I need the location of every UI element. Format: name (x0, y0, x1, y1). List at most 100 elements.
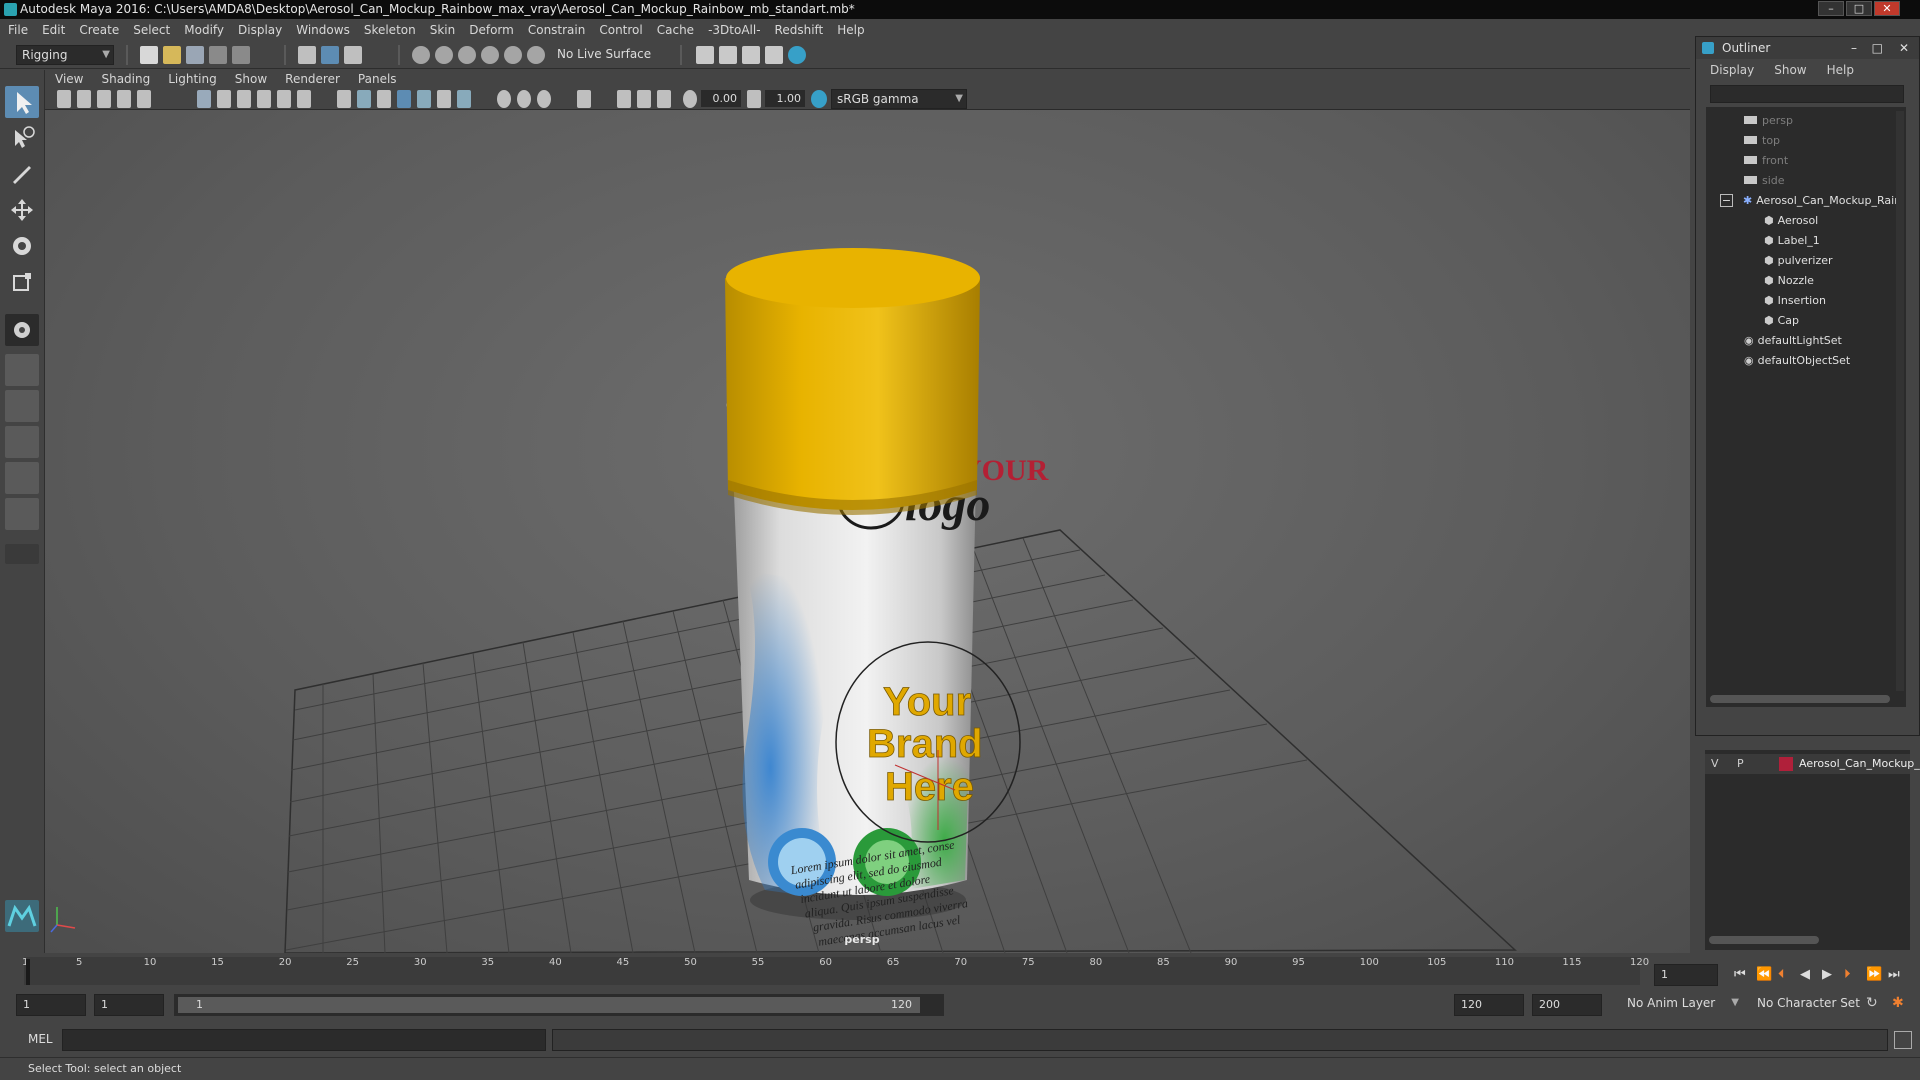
character-set-dropdown[interactable]: No Character Set (1752, 994, 1864, 1014)
outliner-maximize-button[interactable]: □ (1872, 37, 1883, 59)
outliner-item-lightset[interactable]: ◉ defaultLightSet (1744, 331, 1842, 351)
select-tool[interactable] (5, 86, 39, 118)
exposure-field[interactable]: 0.00 (701, 90, 741, 107)
outliner-vscrollbar[interactable] (1896, 111, 1904, 691)
command-language-label[interactable]: MEL (28, 1032, 53, 1046)
menu-display[interactable]: Display (238, 23, 282, 37)
ipr-render-icon[interactable] (765, 46, 783, 64)
menu-help[interactable]: Help (837, 23, 864, 37)
outliner-item-persp[interactable]: persp (1744, 111, 1793, 131)
panel-menu-renderer[interactable]: Renderer (285, 72, 340, 86)
layer-playback-toggle[interactable]: P (1737, 757, 1744, 770)
menu-control[interactable]: Control (599, 23, 642, 37)
outliner-hscrollbar[interactable] (1710, 695, 1890, 703)
bookmark-icon[interactable] (97, 90, 111, 108)
wireframe-on-shaded-icon[interactable] (377, 90, 391, 108)
playback-end-field[interactable]: 120 (1454, 994, 1524, 1016)
step-back-key-icon[interactable]: ⏪ (1756, 967, 1772, 982)
auto-key-icon[interactable]: ↻ (1866, 995, 1878, 1011)
layout-graph-icon[interactable] (5, 498, 39, 530)
outliner-item-nozzle[interactable]: ⬢ Nozzle (1764, 271, 1814, 291)
isolate-select-icon[interactable] (577, 90, 591, 108)
menu-cache[interactable]: Cache (657, 23, 694, 37)
camera-select-icon[interactable] (57, 90, 71, 108)
outliner-item-cap[interactable]: ⬢ Cap (1764, 311, 1799, 331)
xray-components-icon[interactable] (657, 90, 671, 108)
snap-grid-icon[interactable] (412, 46, 430, 64)
ambient-occlusion-icon[interactable] (457, 90, 471, 108)
layout-four-icon[interactable] (5, 390, 39, 422)
outliner-item-side[interactable]: side (1744, 171, 1785, 191)
layer-visibility-toggle[interactable]: V (1711, 757, 1719, 770)
range-slider[interactable]: 1 120 (174, 994, 944, 1016)
depth-of-field-icon[interactable] (537, 90, 551, 108)
field-chart-icon[interactable] (277, 90, 291, 108)
safe-action-icon[interactable] (297, 90, 311, 108)
use-lights-icon[interactable] (417, 90, 431, 108)
film-gate-icon[interactable] (217, 90, 231, 108)
layout-outliner-icon[interactable] (5, 462, 39, 494)
layer-hscrollbar[interactable] (1709, 936, 1819, 944)
playback-start-field[interactable]: 1 (94, 994, 164, 1016)
outliner-close-button[interactable]: ✕ (1899, 37, 1909, 59)
snap-point-icon[interactable] (458, 46, 476, 64)
layout-single-icon[interactable] (5, 354, 39, 386)
go-to-end-icon[interactable]: ⏭ (1888, 967, 1900, 982)
menu-skin[interactable]: Skin (430, 23, 456, 37)
smooth-shade-icon[interactable] (357, 90, 371, 108)
render-frame-icon[interactable] (742, 46, 760, 64)
menu-edit[interactable]: Edit (42, 23, 65, 37)
outliner-item-pulverizer[interactable]: ⬢ pulverizer (1764, 251, 1833, 271)
step-back-frame-icon[interactable]: ⏴ (1778, 967, 1785, 982)
panel-menu-view[interactable]: View (55, 72, 83, 86)
save-scene-icon[interactable] (186, 46, 204, 64)
move-tool[interactable] (5, 194, 39, 226)
outliner-item-aerosol[interactable]: ⬢ Aerosol (1764, 211, 1818, 231)
select-object-icon[interactable] (321, 46, 339, 64)
outliner-menu-help[interactable]: Help (1827, 63, 1854, 77)
menu-3dtoall[interactable]: -3DtoAll- (708, 23, 760, 37)
menu-redshift[interactable]: Redshift (775, 23, 824, 37)
panel-menu-shading[interactable]: Shading (101, 72, 150, 86)
view-transform-dropdown[interactable]: sRGB gamma ▼ (831, 89, 967, 109)
range-slider-handle[interactable]: 1 120 (178, 997, 920, 1013)
current-time-indicator[interactable] (26, 959, 30, 985)
outliner-filter-input[interactable] (1710, 85, 1904, 103)
camera-attr-icon[interactable] (77, 90, 91, 108)
new-scene-icon[interactable] (140, 46, 158, 64)
panel-menu-lighting[interactable]: Lighting (168, 72, 217, 86)
panel-menu-panels[interactable]: Panels (358, 72, 397, 86)
animation-start-field[interactable]: 1 (16, 994, 86, 1016)
menu-deform[interactable]: Deform (469, 23, 514, 37)
textured-icon[interactable] (397, 90, 411, 108)
step-forward-frame-icon[interactable]: ⏵ (1844, 967, 1851, 982)
grid-toggle-icon[interactable] (197, 90, 211, 108)
maximize-button[interactable]: □ (1846, 1, 1872, 16)
outliner-item-top[interactable]: top (1744, 131, 1780, 151)
outliner-item-objectset[interactable]: ◉ defaultObjectSet (1744, 351, 1850, 371)
menu-create[interactable]: Create (79, 23, 119, 37)
paint-select-tool[interactable] (5, 158, 39, 190)
hypershade-icon[interactable] (788, 46, 806, 64)
outliner-menu-show[interactable]: Show (1774, 63, 1806, 77)
panel-menu-show[interactable]: Show (235, 72, 267, 86)
open-scene-icon[interactable] (163, 46, 181, 64)
layer-color-swatch[interactable] (1779, 757, 1793, 771)
scale-tool[interactable] (5, 266, 39, 298)
layer-row[interactable]: V P Aerosol_Can_Mockup_ (1705, 754, 1920, 774)
rotate-tool[interactable] (5, 230, 39, 262)
step-forward-key-icon[interactable]: ⏩ (1866, 967, 1882, 982)
menu-select[interactable]: Select (133, 23, 170, 37)
render-settings-icon[interactable] (696, 46, 714, 64)
snap-surface-icon[interactable] (504, 46, 522, 64)
viewport-persp[interactable]: YOUR logo Your Brand Here Lorem ipsum do… (45, 110, 1690, 953)
menu-modify[interactable]: Modify (184, 23, 224, 37)
snap-curve-icon[interactable] (435, 46, 453, 64)
shadows-icon[interactable] (437, 90, 451, 108)
select-hierarchy-icon[interactable] (298, 46, 316, 64)
undo-icon[interactable] (209, 46, 227, 64)
gamma-icon[interactable] (747, 90, 761, 108)
command-input[interactable] (62, 1029, 546, 1051)
wireframe-icon[interactable] (337, 90, 351, 108)
outliner-item-front[interactable]: front (1744, 151, 1788, 171)
